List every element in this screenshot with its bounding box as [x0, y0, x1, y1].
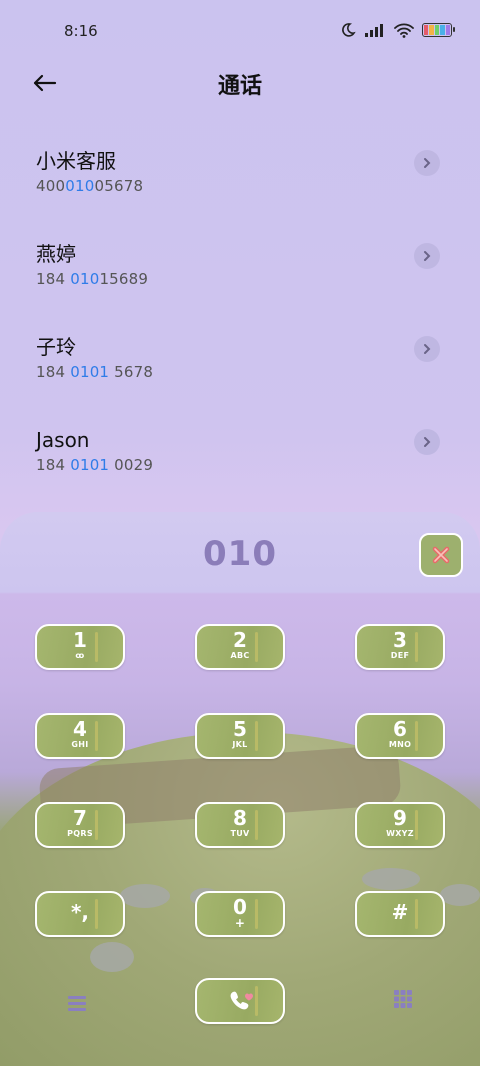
contact-row[interactable]: 燕婷 184 01015689 — [0, 229, 480, 322]
header: 通话 — [0, 62, 480, 106]
contact-detail-button[interactable] — [414, 150, 440, 176]
background-rock — [90, 942, 134, 972]
battery-icon — [422, 23, 455, 37]
call-icon — [230, 991, 253, 1010]
key-star[interactable]: *, — [35, 891, 125, 937]
status-time: 8:16 — [64, 22, 98, 40]
contact-number: 184 0101 0029 — [36, 456, 154, 474]
delete-icon — [432, 546, 450, 564]
key-hash[interactable]: # — [355, 891, 445, 937]
key-0[interactable]: 0 + — [195, 891, 285, 937]
key-7[interactable]: 7 PQRS — [35, 802, 125, 848]
contact-name: Jason — [36, 428, 90, 452]
menu-icon — [68, 996, 86, 1011]
wifi-icon — [394, 23, 414, 38]
key-9[interactable]: 9 WXYZ — [355, 802, 445, 848]
call-button[interactable] — [195, 978, 285, 1024]
contact-detail-button[interactable] — [414, 429, 440, 455]
key-1[interactable]: 1ꝏ — [35, 624, 125, 670]
key-8[interactable]: 8 TUV — [195, 802, 285, 848]
menu-button[interactable] — [66, 992, 88, 1014]
status-icons — [340, 22, 455, 38]
contact-number: 40001005678 — [36, 177, 144, 195]
contact-row[interactable]: 子玲 184 0101 5678 — [0, 322, 480, 415]
contact-row[interactable]: Jason 184 0101 0029 — [0, 415, 480, 508]
background-rock — [120, 884, 170, 908]
keypad-icon — [394, 990, 412, 1008]
key-2[interactable]: 2 ABC — [195, 624, 285, 670]
contact-number: 184 0101 5678 — [36, 363, 154, 381]
key-3[interactable]: 3 DEF — [355, 624, 445, 670]
background-rock — [362, 868, 420, 890]
dialer-panel: 010 1ꝏ 2 ABC 3 DEF 4 GHI 5 JKL 6 MNO 7 PQRS 8T… — [0, 512, 480, 1066]
page-title: 通话 — [217, 74, 262, 99]
contact-number: 184 01015689 — [36, 270, 149, 288]
delete-button[interactable] — [419, 533, 463, 577]
contact-name: 燕婷 — [36, 242, 76, 266]
key-6[interactable]: 6 MNO — [355, 713, 445, 759]
contact-detail-button[interactable] — [414, 336, 440, 362]
key-5[interactable]: 5 JKL — [195, 713, 285, 759]
voicemail-icon: ꝏ — [75, 651, 85, 660]
contact-name: 小米客服 — [36, 149, 116, 173]
chevron-right-icon — [424, 344, 431, 354]
key-4[interactable]: 4 GHI — [35, 713, 125, 759]
chevron-right-icon — [424, 158, 431, 168]
contact-detail-button[interactable] — [414, 243, 440, 269]
keypad-toggle-button[interactable] — [392, 988, 414, 1010]
signal-icon — [365, 24, 383, 37]
contact-results: 小米客服 40001005678 燕婷 184 01015689 子玲 184 … — [0, 136, 480, 508]
status-bar: 8:16 — [0, 0, 480, 62]
chevron-right-icon — [424, 437, 431, 447]
background-rock — [440, 884, 480, 906]
chevron-right-icon — [424, 251, 431, 261]
dialed-number: 010 — [203, 534, 277, 574]
contact-row[interactable]: 小米客服 40001005678 — [0, 136, 480, 229]
moon-icon — [342, 23, 356, 37]
contact-name: 子玲 — [36, 335, 76, 359]
